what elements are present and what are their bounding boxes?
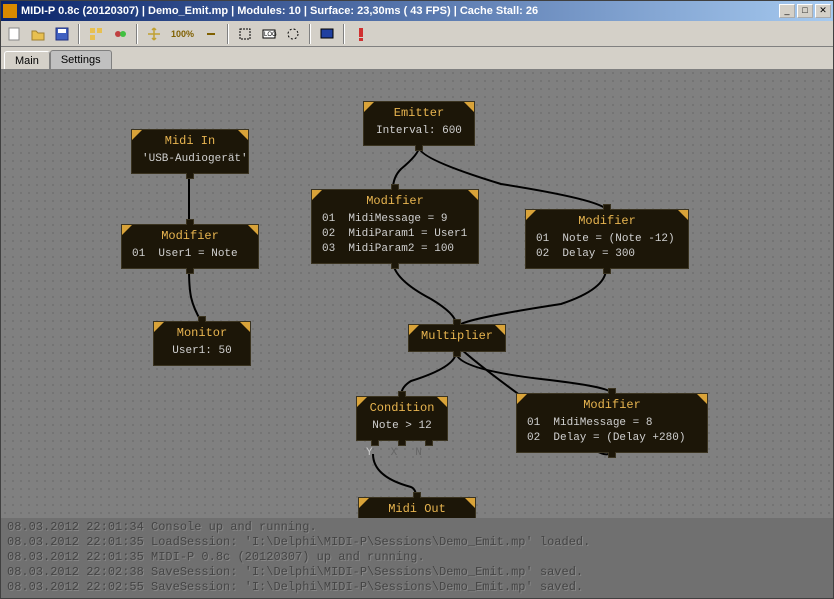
node-multiplier[interactable]: Multiplier (408, 324, 506, 352)
new-button[interactable] (3, 23, 25, 45)
maximize-button[interactable]: □ (797, 4, 813, 18)
cond-label-y: Y (366, 447, 373, 459)
titlebar[interactable]: MIDI-P 0.8c (20120307) | Demo_Emit.mp | … (1, 1, 833, 21)
tab-settings[interactable]: Settings (50, 50, 112, 69)
svg-text:LOG: LOG (264, 32, 277, 38)
node-condition[interactable]: Condition Note > 12 (356, 396, 448, 441)
node-title: Modifier (122, 225, 258, 247)
condition-labels: Y X N (366, 447, 422, 459)
separator (78, 24, 80, 44)
console-line: 08.03.2012 22:01:35 LoadSession: 'I:\Del… (7, 535, 827, 550)
node-title: Modifier (517, 394, 707, 416)
console: 08.03.2012 22:01:34 Console up and runni… (1, 518, 833, 598)
node-modifier-right[interactable]: Modifier 01 Note = (Note -12) 02 Delay =… (525, 209, 689, 269)
cond-label-x: X (391, 447, 398, 459)
select-button[interactable] (234, 23, 256, 45)
tab-bar: Main Settings (1, 47, 833, 69)
canvas[interactable]: Midi In 'USB-Audiogerät' Modifier 01 Use… (1, 69, 833, 518)
node-modifier-left[interactable]: Modifier 01 User1 = Note (121, 224, 259, 269)
node-midi-in[interactable]: Midi In 'USB-Audiogerät' (131, 129, 249, 174)
align-button[interactable] (85, 23, 107, 45)
window-title: MIDI-P 0.8c (20120307) | Demo_Emit.mp | … (21, 5, 779, 17)
console-line: 08.03.2012 22:01:35 MIDI-P 0.8c (2012030… (7, 550, 827, 565)
node-body: 01 User1 = Note (122, 247, 258, 268)
console-line: 08.03.2012 22:01:34 Console up and runni… (7, 520, 827, 535)
zoom-out-button[interactable] (200, 23, 222, 45)
separator (227, 24, 229, 44)
console-line: 08.03.2012 22:02:55 SaveSession: 'I:\Del… (7, 580, 827, 595)
minimize-button[interactable]: _ (779, 4, 795, 18)
close-button[interactable]: ✕ (815, 4, 831, 18)
monitor-button[interactable] (316, 23, 338, 45)
node-title: Midi In (132, 130, 248, 152)
node-emitter[interactable]: Emitter Interval: 600 (363, 101, 475, 146)
node-title: Modifier (526, 210, 688, 232)
open-button[interactable] (27, 23, 49, 45)
zoom-level[interactable]: 100% (167, 23, 198, 45)
node-body: User1: 50 (154, 344, 250, 365)
node-title: Condition (357, 397, 447, 419)
tab-main[interactable]: Main (4, 51, 50, 70)
node-title: Emitter (364, 102, 474, 124)
wheel-button[interactable] (282, 23, 304, 45)
app-icon (3, 4, 17, 18)
separator (136, 24, 138, 44)
node-midi-out[interactable]: Midi Out 'USB-Audiogerät' (358, 497, 476, 518)
separator (309, 24, 311, 44)
toolbar: 100% LOG (1, 21, 833, 47)
node-body: 'USB-Audiogerät' (132, 152, 248, 173)
save-button[interactable] (51, 23, 73, 45)
node-modifier-bottomright[interactable]: Modifier 01 MidiMessage = 8 02 Delay = (… (516, 393, 708, 453)
node-title: Monitor (154, 322, 250, 344)
node-body: 01 MidiMessage = 8 02 Delay = (Delay +28… (517, 416, 707, 452)
app-window: MIDI-P 0.8c (20120307) | Demo_Emit.mp | … (0, 0, 834, 599)
node-body: 01 Note = (Note -12) 02 Delay = 300 (526, 232, 688, 268)
node-monitor[interactable]: Monitor User1: 50 (153, 321, 251, 366)
node-body: 01 MidiMessage = 9 02 MidiParam1 = User1… (312, 212, 478, 263)
node-title: Multiplier (409, 325, 505, 351)
node-title: Midi Out (359, 498, 475, 518)
cond-label-n: N (415, 447, 422, 459)
node-title: Modifier (312, 190, 478, 212)
alert-button[interactable] (350, 23, 372, 45)
console-line: 08.03.2012 22:02:38 SaveSession: 'I:\Del… (7, 565, 827, 580)
log-button[interactable]: LOG (258, 23, 280, 45)
window-controls: _ □ ✕ (779, 4, 831, 18)
node-body: Interval: 600 (364, 124, 474, 145)
toggle-button[interactable] (109, 23, 131, 45)
node-body: Note > 12 (357, 419, 447, 440)
move-button[interactable] (143, 23, 165, 45)
separator (343, 24, 345, 44)
node-modifier-center[interactable]: Modifier 01 MidiMessage = 9 02 MidiParam… (311, 189, 479, 264)
